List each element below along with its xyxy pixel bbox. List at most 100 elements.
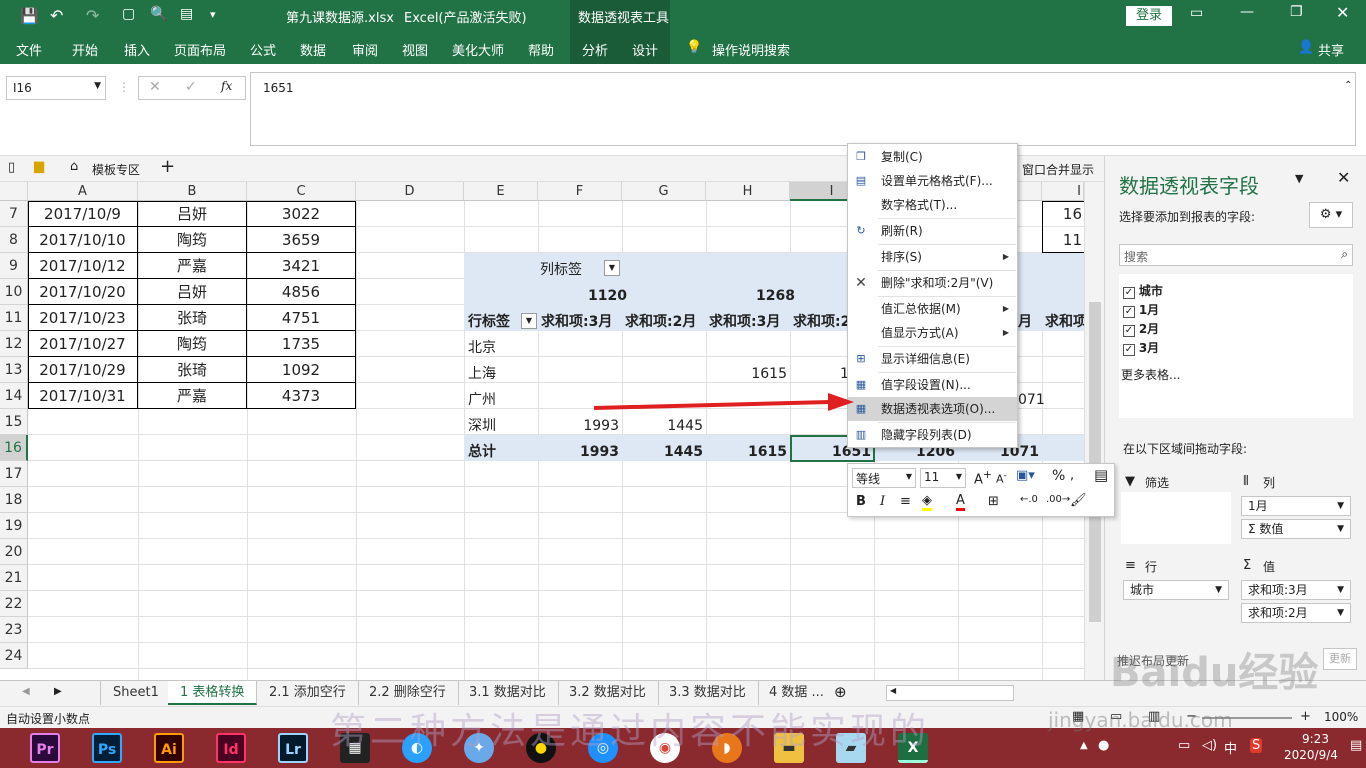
bold-icon[interactable]: B: [856, 494, 866, 509]
rows-item[interactable]: 城市 ▼: [1123, 580, 1229, 600]
form-icon[interactable]: ▤: [180, 6, 193, 22]
table-cell[interactable]: 4373: [247, 383, 356, 409]
shrink-font-icon[interactable]: A-: [996, 470, 1007, 486]
filter-area[interactable]: [1121, 492, 1231, 544]
chevron-down-icon[interactable]: ▼: [1337, 497, 1344, 515]
table-cell[interactable]: 4751: [247, 305, 356, 331]
menu-item-sort[interactable]: 排序(S) ▶: [848, 245, 1017, 269]
row-header[interactable]: 22: [0, 591, 28, 617]
columns-item[interactable]: 1月 ▼: [1241, 496, 1351, 516]
row-header[interactable]: 14: [0, 383, 28, 409]
menu-item-format-cells[interactable]: ▤ 设置单元格格式(F)...: [848, 169, 1017, 193]
restore-icon[interactable]: ❐: [1290, 4, 1303, 20]
tab-home[interactable]: 开始: [72, 40, 98, 59]
pivot-value[interactable]: 1615: [706, 361, 787, 387]
font-size-select[interactable]: 11 ▼: [920, 468, 966, 488]
table-cell[interactable]: 3421: [247, 253, 356, 279]
tab-analyze[interactable]: 分析: [582, 40, 608, 59]
more-tables-link[interactable]: 更多表格...: [1121, 366, 1180, 383]
column-header[interactable]: I: [1042, 182, 1084, 201]
comma-style-icon[interactable]: ,: [1070, 468, 1074, 483]
row-header[interactable]: 16: [0, 435, 28, 461]
customize-qat-icon[interactable]: ▾: [210, 8, 216, 21]
menu-item-show-details[interactable]: ⊞ 显示详细信息(E): [848, 347, 1017, 371]
field-item[interactable]: ✓ 城市: [1123, 282, 1163, 299]
number-format-icon[interactable]: ▣▾: [1016, 468, 1035, 483]
column-header[interactable]: C: [247, 182, 356, 201]
table-cell[interactable]: 2017/10/9: [28, 201, 138, 227]
table-cell[interactable]: 2017/10/12: [28, 253, 138, 279]
percent-icon[interactable]: %: [1052, 468, 1065, 484]
horizontal-scrollbar[interactable]: ◀: [886, 685, 1014, 701]
table-cell[interactable]: 严嘉: [138, 253, 247, 279]
table-cell[interactable]: 2017/10/10: [28, 227, 138, 253]
table-cell[interactable]: 2017/10/23: [28, 305, 138, 331]
menu-item-show-values-as[interactable]: 值显示方式(A) ▶: [848, 321, 1017, 345]
column-header[interactable]: F: [538, 182, 622, 201]
row-header[interactable]: 20: [0, 539, 28, 565]
partial-cell[interactable]: 11: [1046, 227, 1082, 253]
chevron-down-icon[interactable]: ▼: [906, 472, 912, 481]
font-color-icon[interactable]: A: [956, 493, 965, 511]
network-icon[interactable]: ▭: [1178, 738, 1190, 753]
redo-icon[interactable]: ↷: [86, 6, 99, 25]
align-center-icon[interactable]: ≡: [900, 494, 911, 509]
menu-item-summarize-by[interactable]: 值汇总依据(M) ▶: [848, 297, 1017, 321]
column-header[interactable]: D: [356, 182, 464, 201]
menu-item-delete-field[interactable]: ✕ 删除"求和项:2月"(V): [848, 271, 1017, 295]
menu-item-copy[interactable]: ❐ 复制(C): [848, 145, 1017, 169]
row-header[interactable]: 21: [0, 565, 28, 591]
chevron-down-icon[interactable]: ▼: [1215, 581, 1222, 599]
next-sheet-icon[interactable]: ▶: [54, 686, 62, 697]
template-zone-tab[interactable]: 模板专区: [92, 161, 140, 178]
values-item[interactable]: 求和项:2月 ▼: [1241, 603, 1351, 623]
field-item[interactable]: ✓ 2月: [1123, 320, 1159, 337]
cancel-icon[interactable]: ✕: [149, 79, 161, 95]
decrease-decimal-icon[interactable]: .00→: [1046, 494, 1070, 505]
login-button[interactable]: 登录: [1126, 6, 1172, 26]
field-search-input[interactable]: 搜索 ⌕: [1119, 244, 1353, 266]
illustrator-icon[interactable]: Ai: [154, 733, 184, 763]
formula-input[interactable]: 1651: [250, 72, 1356, 146]
table-cell[interactable]: 吕妍: [138, 201, 247, 227]
grow-font-icon[interactable]: A+: [974, 468, 992, 487]
row-header[interactable]: 17: [0, 461, 28, 487]
minimize-icon[interactable]: —: [1240, 4, 1254, 20]
tray-expand-icon[interactable]: ▲: [1080, 740, 1088, 751]
field-item[interactable]: ✓ 1月: [1123, 301, 1159, 318]
row-header[interactable]: 15: [0, 409, 28, 435]
scroll-thumb[interactable]: [1089, 302, 1101, 622]
menu-item-pivot-options[interactable]: ▦ 数据透视表选项(O)...: [848, 397, 1017, 421]
expand-formula-icon[interactable]: ⌃: [1344, 80, 1352, 91]
tab-design[interactable]: 设计: [632, 40, 658, 59]
tab-formulas[interactable]: 公式: [250, 40, 276, 59]
table-cell[interactable]: 3659: [247, 227, 356, 253]
row-header[interactable]: 24: [0, 643, 28, 669]
row-header[interactable]: 9: [0, 253, 28, 279]
ribbon-options-icon[interactable]: ▭: [1190, 5, 1203, 21]
partial-cell[interactable]: 16: [1046, 201, 1082, 227]
table-cell[interactable]: 2017/10/31: [28, 383, 138, 409]
table-cell[interactable]: 2017/10/20: [28, 279, 138, 305]
pivot-total-value[interactable]: 1993: [538, 439, 619, 465]
chevron-down-icon[interactable]: ▼: [1337, 604, 1344, 622]
checkbox-checked-icon[interactable]: ✓: [1123, 325, 1135, 337]
table-cell[interactable]: 张琦: [138, 305, 247, 331]
name-box[interactable]: I16 ▼: [6, 76, 106, 100]
qq-tray-icon[interactable]: ●: [1098, 738, 1109, 753]
tab-page-layout[interactable]: 页面布局: [174, 40, 226, 59]
ime-indicator[interactable]: 中: [1224, 738, 1237, 757]
column-header[interactable]: H: [706, 182, 790, 201]
row-header[interactable]: 23: [0, 617, 28, 643]
increase-decimal-icon[interactable]: ←.0: [1020, 494, 1038, 505]
columns-item[interactable]: Σ 数值 ▼: [1241, 519, 1351, 539]
merge-window-toggle[interactable]: 窗口合并显示: [1022, 161, 1094, 178]
new-doc-icon[interactable]: ▯: [8, 160, 15, 175]
gear-icon[interactable]: ⚙ ▾: [1309, 202, 1353, 228]
table-cell[interactable]: 1735: [247, 331, 356, 357]
vertical-scrollbar[interactable]: [1084, 182, 1104, 680]
values-item[interactable]: 求和项:3月 ▼: [1241, 580, 1351, 600]
tab-data[interactable]: 数据: [300, 40, 326, 59]
select-all-corner[interactable]: [0, 182, 28, 201]
row-header[interactable]: 7: [0, 201, 28, 227]
